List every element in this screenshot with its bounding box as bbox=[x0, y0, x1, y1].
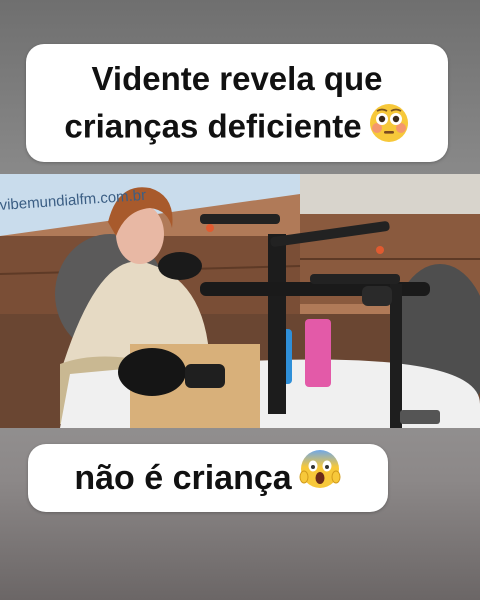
screaming-face-icon bbox=[298, 446, 342, 514]
bottom-caption: não é criança bbox=[28, 444, 388, 512]
top-caption-line-1: Vidente revela que bbox=[91, 60, 383, 97]
top-caption: Vidente revela que crianças deficiente bbox=[26, 44, 448, 162]
video-frame: vibemundialfm.com.br bbox=[0, 174, 480, 428]
flushed-face-icon bbox=[368, 102, 410, 156]
top-caption-line-2: crianças deficiente bbox=[64, 107, 362, 145]
microphone-2 bbox=[118, 348, 186, 396]
microphone-1 bbox=[158, 252, 202, 280]
bottom-caption-text: não é criança bbox=[74, 459, 292, 497]
pink-bottle bbox=[305, 319, 331, 387]
